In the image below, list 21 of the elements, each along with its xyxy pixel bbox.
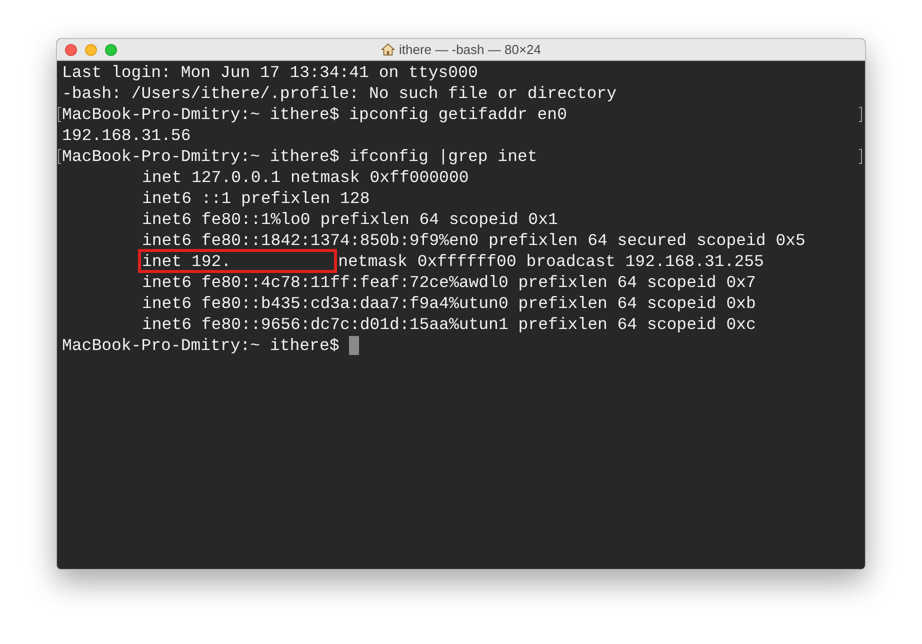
text-cursor bbox=[349, 336, 360, 355]
terminal-line: inet6 fe80::b435:cd3a:daa7:f9a4%utun0 prefixlen 64 scopeid 0xb bbox=[142, 293, 756, 314]
home-icon bbox=[381, 43, 395, 56]
minimize-button[interactable] bbox=[85, 44, 97, 56]
terminal-line: -bash: /Users/ithere/.profile: No such file or directory bbox=[62, 83, 616, 104]
terminal-line: inet6 fe80::4c78:11ff:feaf:72ce%awdl0 prefixlen 64 scopeid 0x7 bbox=[142, 272, 756, 293]
terminal-line: inet6 fe80::9656:dc7c:d01d:15aa%utun1 prefixlen 64 scopeid 0xc bbox=[142, 314, 756, 335]
terminal-line: inet 192. bbox=[142, 251, 232, 272]
terminal-line: netmask 0xffffff00 broadcast 192.168.31.255 bbox=[338, 251, 764, 272]
terminal-line: inet6 ::1 prefixlen 128 bbox=[142, 188, 370, 209]
close-button[interactable] bbox=[65, 44, 77, 56]
terminal-line: MacBook-Pro-Dmitry:~ ithere$ ifconfig |grep inet bbox=[62, 146, 538, 167]
terminal-line: 192.168.31.56 bbox=[62, 125, 191, 146]
terminal-line: inet 127.0.0.1 netmask 0xff000000 bbox=[142, 167, 469, 188]
terminal-line: inet6 fe80::1%lo0 prefixlen 64 scopeid 0x1 bbox=[142, 209, 558, 230]
terminal-line: Last login: Mon Jun 17 13:34:41 on ttys000 bbox=[62, 62, 478, 83]
window-title: ithere — -bash — 80×24 bbox=[399, 40, 541, 59]
terminal-line: MacBook-Pro-Dmitry:~ ithere$ bbox=[62, 335, 340, 356]
terminal-line: MacBook-Pro-Dmitry:~ ithere$ ipconfig getifaddr en0 bbox=[62, 104, 567, 125]
terminal-line: inet6 fe80::1842:1374:850b:9f9%en0 prefixlen 64 secured scopeid 0x5 bbox=[142, 230, 806, 251]
zoom-button[interactable] bbox=[105, 44, 117, 56]
